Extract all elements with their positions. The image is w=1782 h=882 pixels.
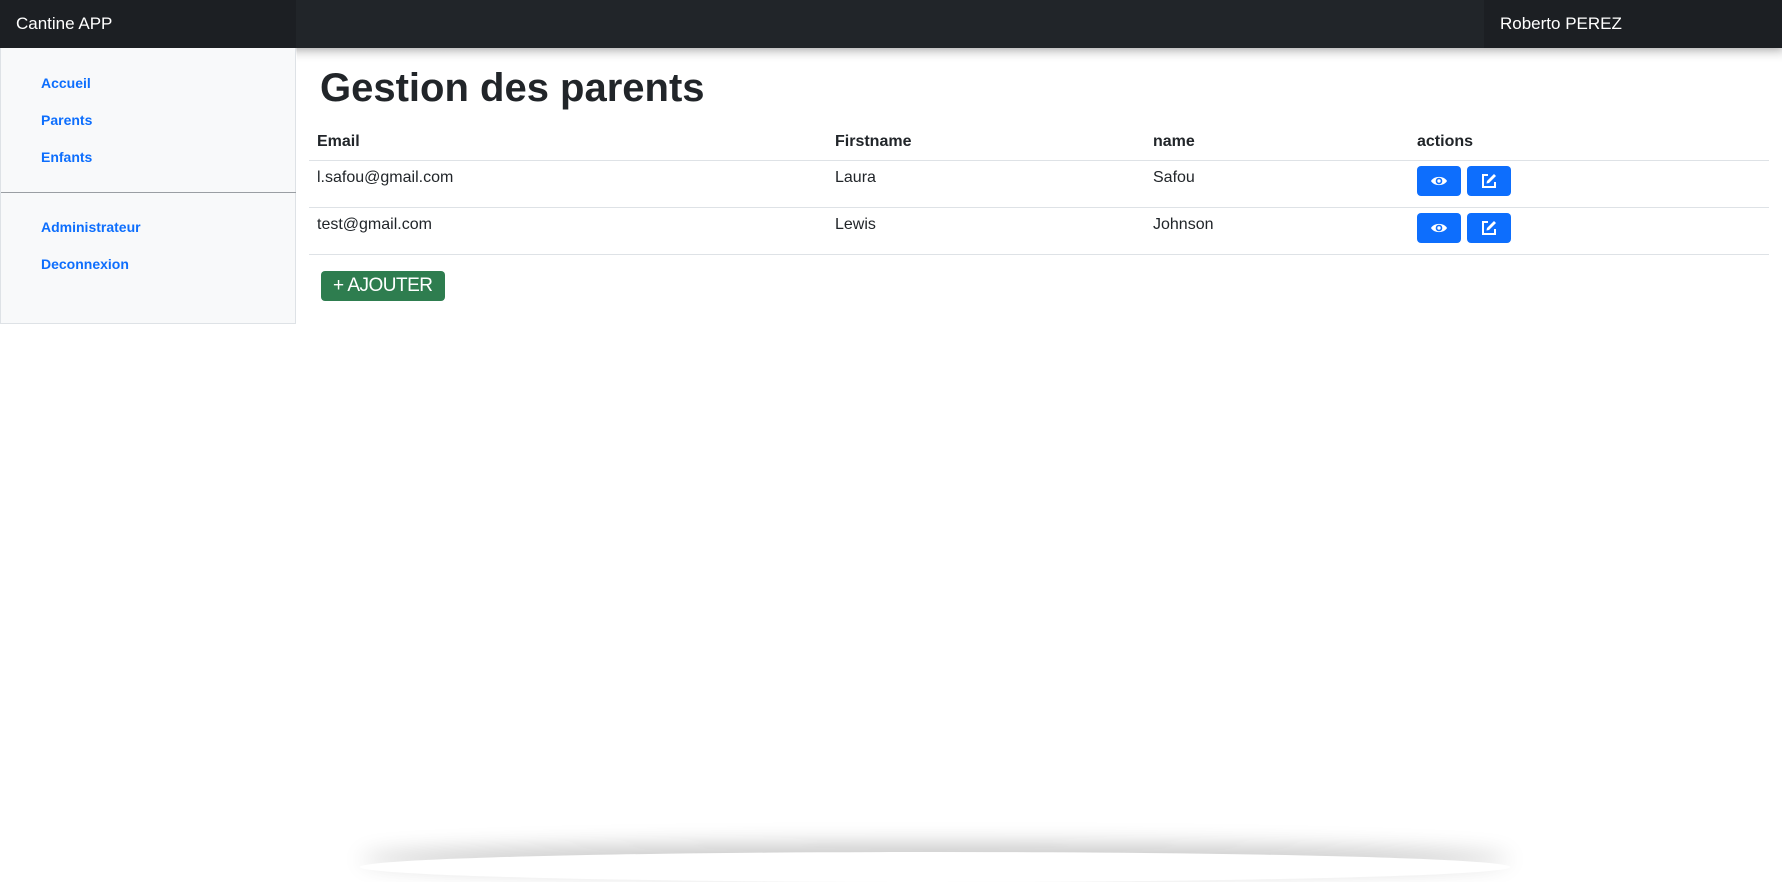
edit-button[interactable] (1467, 212, 1512, 243)
header-shadow (297, 48, 1782, 62)
column-header-firstname: Firstname (827, 124, 1145, 161)
page-title: Gestion des parents (320, 66, 705, 110)
table-row: test@gmail.com Lewis Johnson (309, 207, 1769, 255)
edit-icon (1482, 220, 1497, 235)
cell-actions (1409, 207, 1769, 255)
sidebar-item-accueil[interactable]: Accueil (41, 75, 91, 91)
sidebar-item-parents[interactable]: Parents (41, 112, 92, 128)
sidebar-item-deconnexion[interactable]: Deconnexion (41, 256, 129, 272)
sidebar-item-enfants[interactable]: Enfants (41, 149, 92, 165)
user-name[interactable]: Roberto PEREZ (1484, 0, 1782, 48)
eye-icon (1431, 223, 1447, 232)
cell-name: Safou (1145, 160, 1409, 208)
top-navbar: Cantine APP Roberto PEREZ (0, 0, 1782, 48)
column-header-actions: actions (1409, 124, 1769, 161)
table-header-row: Email Firstname name actions (309, 124, 1769, 161)
parents-table: Email Firstname name actions l.safou@gma… (309, 124, 1769, 255)
cell-firstname: Lewis (827, 207, 1145, 255)
cell-email: test@gmail.com (309, 207, 827, 255)
cell-firstname: Laura (827, 160, 1145, 208)
sidebar-item-administrateur[interactable]: Administrateur (41, 219, 141, 235)
cell-name: Johnson (1145, 207, 1409, 255)
view-button[interactable] (1417, 165, 1461, 196)
app-brand[interactable]: Cantine APP (0, 0, 296, 48)
sidebar-divider (1, 192, 296, 193)
table-row: l.safou@gmail.com Laura Safou (309, 160, 1769, 208)
edit-button[interactable] (1467, 165, 1512, 196)
eye-icon (1431, 176, 1447, 185)
edit-icon (1482, 173, 1497, 188)
cell-actions (1409, 160, 1769, 208)
sidebar: Accueil Parents Enfants Administrateur D… (0, 48, 296, 324)
view-button[interactable] (1417, 212, 1461, 243)
cell-email: l.safou@gmail.com (309, 160, 827, 208)
add-parent-button[interactable]: + AJOUTER (321, 271, 445, 301)
column-header-email: Email (309, 124, 827, 161)
bottom-shadow (360, 852, 1510, 882)
column-header-name: name (1145, 124, 1409, 161)
